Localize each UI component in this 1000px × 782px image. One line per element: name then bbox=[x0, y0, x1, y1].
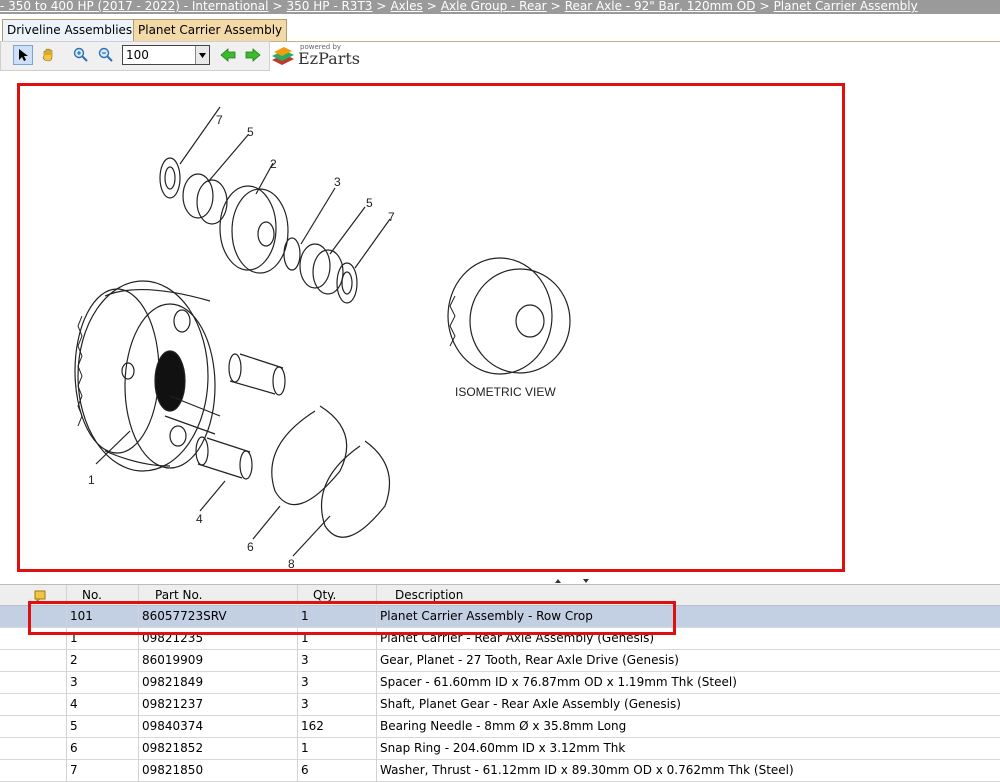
tab-bar: Driveline Assemblies Planet Carrier Asse… bbox=[0, 19, 1000, 42]
cell-qty: 162 bbox=[301, 719, 324, 733]
cell-description: Spacer - 61.60mm ID x 76.87mm OD x 1.19m… bbox=[380, 675, 737, 689]
callout-label: 7 bbox=[388, 210, 395, 224]
tab-driveline-assemblies[interactable]: Driveline Assemblies bbox=[2, 19, 138, 41]
selected-row-highlight bbox=[28, 601, 676, 635]
cell-part-no: 09821849 bbox=[142, 675, 204, 689]
cell-qty: 3 bbox=[301, 697, 309, 711]
zoom-out-icon[interactable] bbox=[96, 45, 116, 65]
callout-label: 1 bbox=[88, 473, 95, 487]
breadcrumb-separator: > bbox=[759, 0, 770, 13]
breadcrumb-separator: > bbox=[426, 0, 437, 13]
breadcrumb-separator: > bbox=[550, 0, 561, 13]
cell-description: Bearing Needle - 8mm Ø x 35.8mm Long bbox=[380, 719, 627, 733]
table-row[interactable]: 7 09821850 6 Washer, Thrust - 61.12mm ID… bbox=[0, 760, 1000, 782]
breadcrumb-link[interactable]: Axles bbox=[390, 0, 422, 13]
cell-no: 4 bbox=[70, 697, 78, 711]
table-row[interactable]: 6 09821852 1 Snap Ring - 204.60mm ID x 3… bbox=[0, 738, 1000, 760]
breadcrumb-link[interactable]: Axle Group - Rear bbox=[441, 0, 547, 13]
zoom-select[interactable]: 100 bbox=[122, 45, 210, 65]
cell-part-no: 09821852 bbox=[142, 741, 204, 755]
table-row[interactable]: 3 09821849 3 Spacer - 61.60mm ID x 76.87… bbox=[0, 672, 1000, 694]
cell-description: Washer, Thrust - 61.12mm ID x 89.30mm OD… bbox=[380, 763, 794, 777]
callout-label: 4 bbox=[196, 512, 203, 526]
cell-part-no: 86019909 bbox=[142, 653, 204, 667]
cell-part-no: 09840374 bbox=[142, 719, 204, 733]
header-qty[interactable]: Qty. bbox=[313, 588, 336, 602]
isometric-view-label: ISOMETRIC VIEW bbox=[455, 385, 556, 399]
cell-description: Snap Ring - 204.60mm ID x 3.12mm Thk bbox=[380, 741, 626, 755]
viewer-toolbar: 100 bbox=[0, 41, 270, 71]
parts-diagram[interactable]: 7 5 2 3 5 7 1 4 6 8 ISOMETRIC VIEW bbox=[17, 83, 845, 572]
table-row[interactable]: 2 86019909 3 Gear, Planet - 27 Tooth, Re… bbox=[0, 650, 1000, 672]
cell-no: 7 bbox=[70, 763, 78, 777]
callout-label: 5 bbox=[366, 196, 373, 210]
cell-no: 2 bbox=[70, 653, 78, 667]
hand-icon[interactable] bbox=[38, 45, 58, 65]
cell-no: 6 bbox=[70, 741, 78, 755]
breadcrumb-separator: > bbox=[272, 0, 283, 13]
header-description[interactable]: Description bbox=[395, 588, 463, 602]
pointer-icon[interactable] bbox=[13, 45, 33, 65]
cell-qty: 3 bbox=[301, 653, 309, 667]
forward-arrow-icon[interactable] bbox=[243, 45, 263, 65]
cell-description: Gear, Planet - 27 Tooth, Rear Axle Drive… bbox=[380, 653, 679, 667]
callout-label: 2 bbox=[270, 157, 277, 171]
tab-planet-carrier-assembly[interactable]: Planet Carrier Assembly bbox=[133, 19, 288, 41]
cell-qty: 1 bbox=[301, 741, 309, 755]
cell-part-no: 09821237 bbox=[142, 697, 204, 711]
splitter-handle[interactable] bbox=[0, 576, 1000, 585]
books-icon bbox=[272, 47, 294, 65]
table-row[interactable]: 5 09840374 162 Bearing Needle - 8mm Ø x … bbox=[0, 716, 1000, 738]
callout-label: 5 bbox=[247, 125, 254, 139]
cell-part-no: 09821850 bbox=[142, 763, 204, 777]
callout-label: 7 bbox=[216, 113, 223, 127]
cell-qty: 3 bbox=[301, 675, 309, 689]
cell-description: Shaft, Planet Gear - Rear Axle Assembly … bbox=[380, 697, 681, 711]
callout-label: 3 bbox=[334, 175, 341, 189]
header-no[interactable]: No. bbox=[82, 588, 102, 602]
breadcrumb-link[interactable]: 350 HP - R3T3 bbox=[287, 0, 373, 13]
breadcrumb-separator: > bbox=[376, 0, 387, 13]
cell-qty: 6 bbox=[301, 763, 309, 777]
callout-label: 6 bbox=[247, 540, 254, 554]
cell-no: 3 bbox=[70, 675, 78, 689]
table-row[interactable]: 4 09821237 3 Shaft, Planet Gear - Rear A… bbox=[0, 694, 1000, 716]
breadcrumb-link[interactable]: Rear Axle - 92" Bar, 120mm OD bbox=[565, 0, 756, 13]
zoom-value: 100 bbox=[126, 48, 149, 62]
splitter-grip-icon bbox=[555, 579, 589, 583]
callout-label: 8 bbox=[288, 557, 295, 569]
breadcrumb: - 350 to 400 HP (2017 - 2022) - Internat… bbox=[0, 0, 1000, 14]
breadcrumb-link[interactable]: - 350 to 400 HP (2017 - 2022) - Internat… bbox=[0, 0, 268, 13]
logo-name: EzParts bbox=[298, 49, 360, 68]
back-arrow-icon[interactable] bbox=[218, 45, 238, 65]
header-part-no[interactable]: Part No. bbox=[155, 588, 202, 602]
cell-no: 5 bbox=[70, 719, 78, 733]
ezparts-logo: powered by EzParts bbox=[270, 43, 370, 69]
zoom-in-icon[interactable] bbox=[71, 45, 91, 65]
exploded-view-drawing: 7 5 2 3 5 7 1 4 6 8 ISOMETRIC VIEW bbox=[74, 106, 571, 571]
breadcrumb-link[interactable]: Planet Carrier Assembly bbox=[774, 0, 918, 13]
chevron-down-icon[interactable] bbox=[195, 46, 209, 64]
